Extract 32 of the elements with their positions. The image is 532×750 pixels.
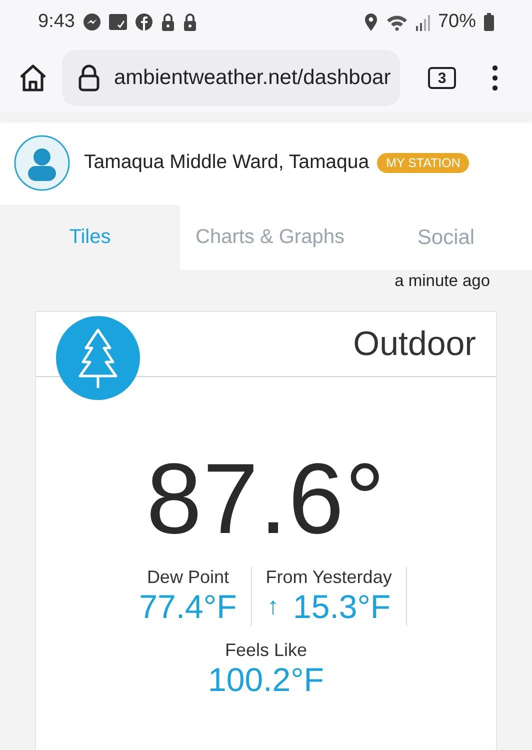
lock-icon xyxy=(78,64,100,92)
url-text: ambientweather.net/dashboar xyxy=(114,66,391,90)
lock-icon xyxy=(160,13,175,31)
stat-value: 100.2°F xyxy=(208,661,324,699)
location-icon xyxy=(364,13,378,31)
more-options-icon[interactable] xyxy=(492,65,498,91)
tree-icon xyxy=(56,316,140,400)
stat-label: Feels Like xyxy=(224,640,308,661)
battery-icon xyxy=(484,13,494,31)
update-time: a minute ago xyxy=(394,271,491,292)
stat-value: 77.4°F xyxy=(139,588,237,626)
address-bar[interactable]: ambientweather.net/dashboar xyxy=(62,50,400,106)
home-icon[interactable] xyxy=(18,63,48,93)
calendar-icon xyxy=(108,13,127,31)
facebook-icon xyxy=(134,13,153,31)
tab[interactable]: Tiles xyxy=(0,205,180,270)
lock-icon xyxy=(182,13,197,31)
temperature-reading: 87.6° xyxy=(145,449,387,549)
tile-title: Outdoor xyxy=(353,324,476,364)
station-badge: MY STATION xyxy=(377,152,470,172)
stat-label: From Yesterday xyxy=(266,567,392,588)
messenger-icon xyxy=(82,13,101,31)
tab-count-button[interactable]: 3 xyxy=(428,67,456,89)
stat-label: Dew Point xyxy=(146,567,229,588)
avatar-icon xyxy=(14,134,70,190)
status-time: 9:43 xyxy=(38,11,75,33)
station-name: Tamaqua Middle Ward, Tamaqua xyxy=(84,151,370,174)
stat-value: 15.3°F xyxy=(293,588,391,626)
wifi-icon xyxy=(386,13,408,31)
up-arrow-icon: ↑ xyxy=(267,593,279,621)
battery-level: 70% xyxy=(438,11,476,33)
signal-icon xyxy=(416,13,430,31)
